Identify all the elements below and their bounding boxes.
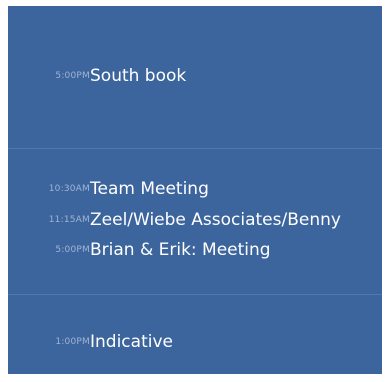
event-row[interactable]: 5:00PM Brian & Erik: Meeting xyxy=(8,240,382,262)
event-row[interactable]: 11:15AM Zeel/Wiebe Associates/Benny xyxy=(8,210,382,232)
event-title: Team Meeting xyxy=(90,179,209,199)
day-section: 10:30AM Team Meeting 11:15AM Zeel/Wiebe … xyxy=(8,149,382,294)
event-time: 11:15AM xyxy=(48,215,90,225)
event-title: Indicative xyxy=(90,332,173,352)
agenda-panel: 5:00PM South book 10:30AM Team Meeting 1… xyxy=(8,6,382,374)
event-row[interactable]: 5:00PM South book xyxy=(8,66,382,88)
day-section: 1:00PM Indicative xyxy=(8,295,382,374)
event-title: Brian & Erik: Meeting xyxy=(90,240,271,260)
event-row[interactable]: 10:30AM Team Meeting xyxy=(8,179,382,201)
event-time: 5:00PM xyxy=(55,245,90,255)
event-time: 1:00PM xyxy=(55,337,90,347)
event-title: Zeel/Wiebe Associates/Benny xyxy=(90,210,341,230)
event-time: 10:30AM xyxy=(48,184,90,194)
event-time: 5:00PM xyxy=(55,71,90,81)
day-section: 5:00PM South book xyxy=(8,6,382,148)
event-title: South book xyxy=(90,66,187,86)
event-row[interactable]: 1:00PM Indicative xyxy=(8,332,382,354)
